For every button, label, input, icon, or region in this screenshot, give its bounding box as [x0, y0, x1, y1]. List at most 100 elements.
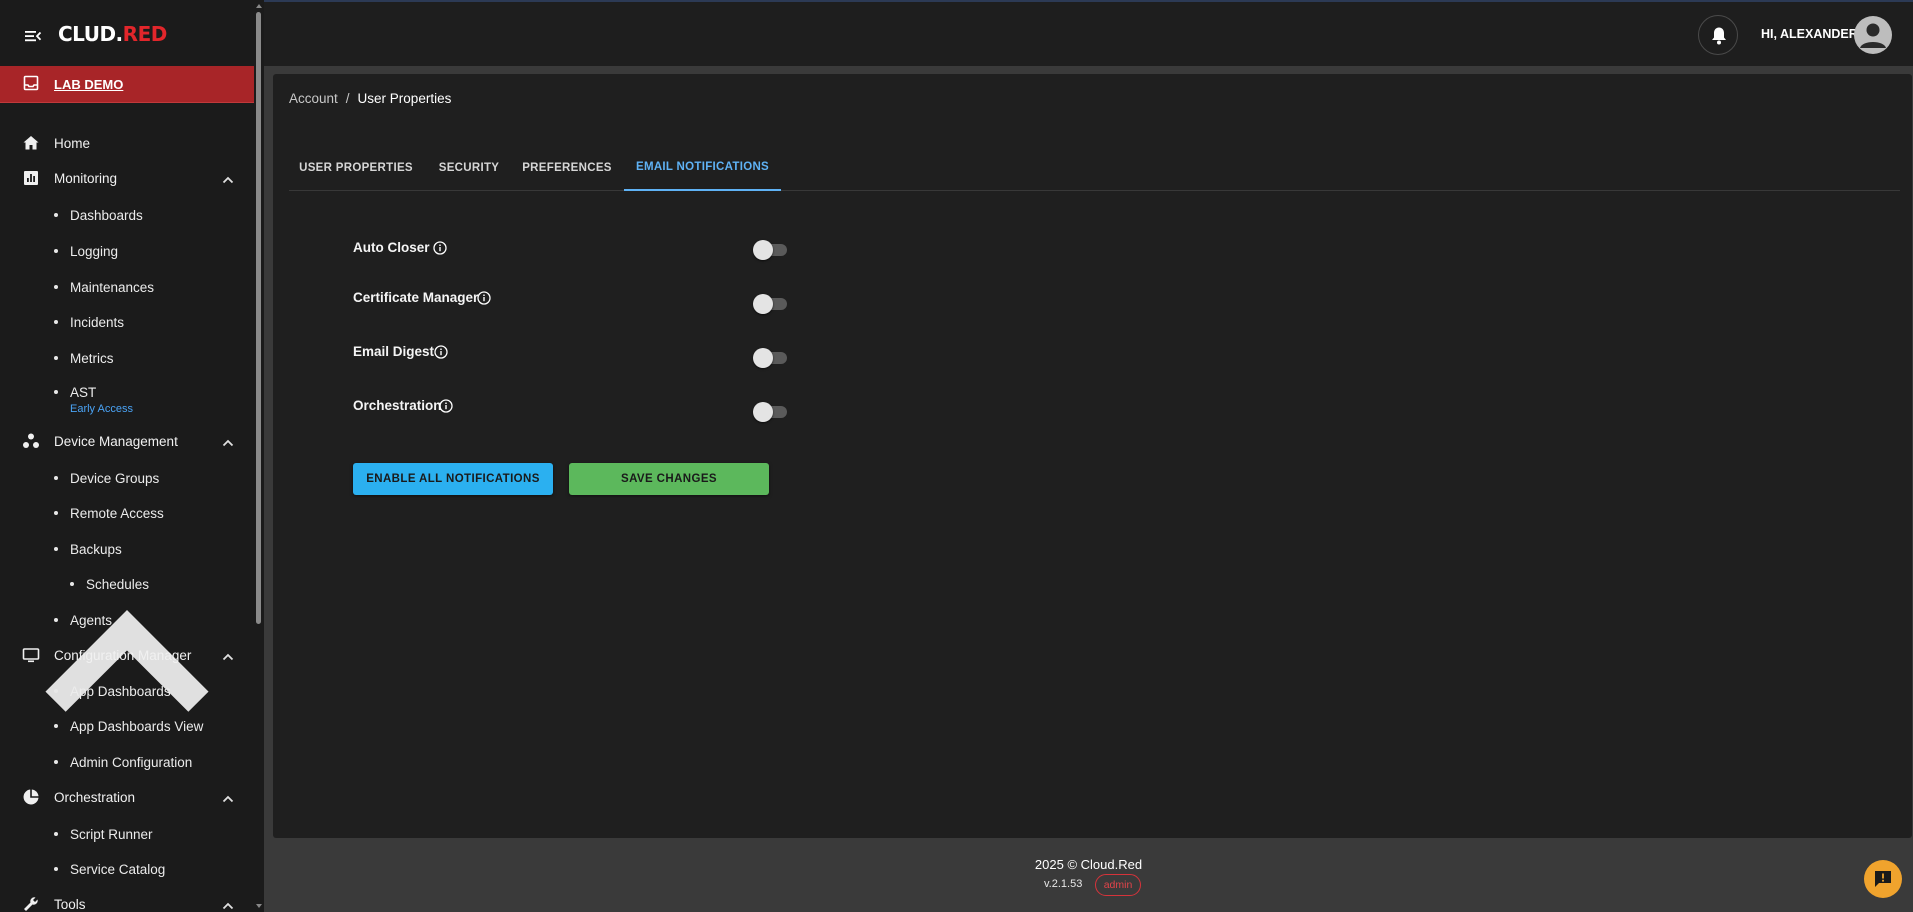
enable-all-notifications-button[interactable]: ENABLE ALL NOTIFICATIONS: [353, 463, 553, 495]
feedback-chat-button[interactable]: [1864, 860, 1902, 898]
toggle-knob: [753, 294, 773, 314]
sidebar-item-device-management[interactable]: Device Management: [0, 427, 254, 457]
sidebar-subitem-label: Dashboards: [70, 208, 143, 223]
orchestration-toggle[interactable]: [753, 401, 791, 422]
sidebar-subitem-app-dashboards[interactable]: App Dashboards: [0, 677, 254, 705]
sidebar-subitem-schedules[interactable]: Schedules: [0, 570, 254, 598]
bullet: [54, 832, 58, 836]
user-greeting[interactable]: HI, ALEXANDER: [1761, 27, 1858, 41]
sidebar-subitem-label: Device Groups: [70, 471, 160, 486]
scroll-down-arrow-icon[interactable]: [256, 903, 262, 909]
notification-row-email-digest: Email Digest: [353, 338, 813, 368]
sidebar-subitem-dashboards[interactable]: Dashboards: [0, 201, 254, 229]
sidebar-item-label: Configuration Manager: [54, 648, 192, 663]
sidebar-scrollbar[interactable]: [254, 0, 264, 912]
sidebar-subitem-agents[interactable]: Agents: [0, 606, 254, 634]
bullet: [54, 689, 58, 693]
bullet: [54, 618, 58, 622]
bullet: [54, 285, 58, 289]
pie-chart-icon: [23, 789, 39, 805]
sidebar-subitem-metrics[interactable]: Metrics: [0, 344, 254, 372]
sidebar-subitem-app-dashboards-view[interactable]: App Dashboards View: [0, 712, 254, 740]
sidebar-item-label: Monitoring: [54, 171, 118, 186]
tab-user-properties[interactable]: USER PROPERTIES: [289, 144, 423, 191]
cloud-red-logo[interactable]: CLUD.RED: [58, 22, 167, 46]
sidebar-subitem-script-runner[interactable]: Script Runner: [0, 820, 254, 848]
tab-preferences[interactable]: PREFERENCES: [517, 144, 617, 191]
home-icon: [23, 136, 39, 150]
sidebar-subitem-logging[interactable]: Logging: [0, 237, 254, 265]
bell-icon: [1712, 27, 1726, 45]
tab-security[interactable]: SECURITY: [429, 144, 509, 191]
logo-text-cl: CL: [58, 22, 84, 46]
sidebar-subitem-incidents[interactable]: Incidents: [0, 308, 254, 336]
sidebar-subitem-backups[interactable]: Backups: [0, 535, 254, 712]
sidebar-item-monitoring[interactable]: Monitoring: [0, 164, 254, 194]
sidebar-item-configuration-manager[interactable]: Configuration Manager: [0, 641, 254, 671]
sidebar-item-label: Orchestration: [54, 790, 136, 805]
version-text: v.2.1.53: [1044, 878, 1083, 890]
bullet: [54, 213, 58, 217]
bullet: [70, 582, 74, 586]
sidebar-subitem-device-groups[interactable]: Device Groups: [0, 464, 254, 492]
sidebar-subitem-admin-configuration[interactable]: Admin Configuration: [0, 748, 254, 776]
sidebar-subitem-label: Service Catalog: [70, 862, 166, 877]
top-bar: HI, ALEXANDER: [264, 0, 1913, 66]
sidebar-item-label: Tools: [54, 897, 86, 912]
sidebar-item-tools[interactable]: Tools: [0, 890, 254, 912]
info-icon[interactable]: [477, 291, 491, 305]
sidebar: CLUD.RED LAB DEMO Home Monitoring Dashbo…: [0, 0, 264, 912]
sidebar-item-label: Home: [54, 136, 91, 151]
info-icon[interactable]: [434, 345, 448, 359]
sidebar-item-orchestration[interactable]: Orchestration: [0, 783, 254, 813]
certificate-manager-toggle[interactable]: [753, 293, 791, 314]
avatar[interactable]: [1854, 16, 1892, 54]
sidebar-subitem-service-catalog[interactable]: Service Catalog: [0, 855, 254, 883]
lab-demo-banner[interactable]: LAB DEMO: [0, 66, 254, 103]
sidebar-subitem-ast[interactable]: AST Early Access: [0, 378, 254, 418]
tab-email-notifications[interactable]: EMAIL NOTIFICATIONS: [624, 144, 781, 191]
early-access-badge: Early Access: [70, 403, 133, 415]
menu-collapse-icon[interactable]: [23, 26, 43, 46]
notification-label: Email Digest: [353, 344, 435, 359]
lab-demo-label[interactable]: LAB DEMO: [54, 77, 123, 92]
info-icon[interactable]: [433, 241, 447, 255]
scroll-up-arrow-icon[interactable]: [256, 3, 262, 9]
sidebar-subitem-remote-access[interactable]: Remote Access: [0, 499, 254, 527]
devices-hub-icon: [23, 433, 39, 448]
email-digest-toggle[interactable]: [753, 347, 791, 368]
sidebar-subitem-label: Metrics: [70, 351, 114, 366]
auto-closer-toggle[interactable]: [753, 239, 791, 260]
save-changes-button[interactable]: SAVE CHANGES: [569, 463, 769, 495]
chevron-up-icon[interactable]: [220, 791, 236, 807]
sidebar-subitem-maintenances[interactable]: Maintenances: [0, 273, 254, 301]
scrollbar-thumb[interactable]: [256, 12, 261, 624]
chevron-up-icon[interactable]: [220, 435, 236, 451]
chart-box-icon: [24, 171, 38, 185]
notifications-button[interactable]: [1698, 15, 1738, 55]
chevron-up-icon[interactable]: [220, 649, 236, 665]
sidebar-subitem-label: Agents: [70, 613, 113, 628]
chevron-up-icon[interactable]: [220, 898, 236, 912]
sidebar-subitem-label: Logging: [70, 244, 119, 259]
sidebar-subitem-label: AST: [70, 385, 97, 400]
sidebar-header: CLUD.RED: [0, 2, 256, 64]
sidebar-subitem-label: Script Runner: [70, 827, 153, 842]
sidebar-subitem-label: Incidents: [70, 315, 125, 330]
bullet: [54, 356, 58, 360]
breadcrumb-account[interactable]: Account: [289, 91, 338, 106]
bullet: [54, 390, 58, 394]
copyright-text: 2025 © Cloud.Red: [1034, 857, 1143, 872]
notification-row-certificate-manager: Certificate Manager: [353, 284, 813, 314]
inbox-icon: [23, 75, 39, 91]
footer: 2025 © Cloud.Red v.2.1.53 admin: [264, 840, 1913, 912]
sidebar-item-home[interactable]: Home: [0, 129, 254, 159]
info-icon[interactable]: [439, 399, 453, 413]
wrench-icon: [24, 897, 38, 911]
toggle-knob: [753, 402, 773, 422]
user-avatar-icon: [1860, 23, 1886, 48]
sidebar-subitem-label: Admin Configuration: [70, 755, 193, 770]
breadcrumb: Account / User Properties: [289, 91, 451, 106]
chevron-up-icon[interactable]: [220, 172, 236, 188]
notification-row-orchestration: Orchestration: [353, 392, 813, 422]
